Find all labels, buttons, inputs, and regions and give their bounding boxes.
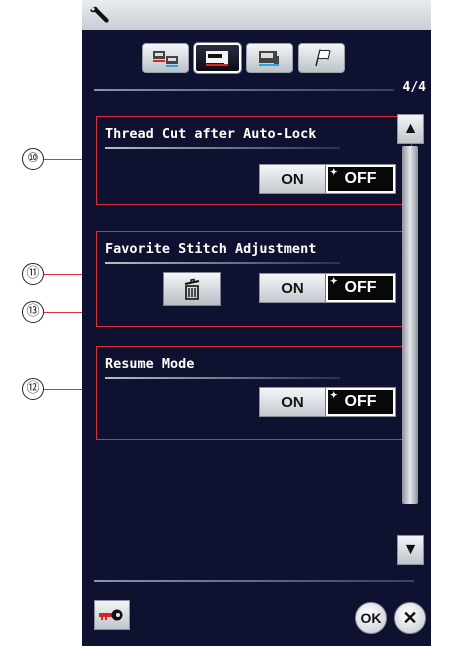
title-bar bbox=[82, 0, 431, 30]
off-label: OFF bbox=[344, 279, 377, 296]
callout-10: ⑩ bbox=[0, 148, 94, 172]
callout-number: ⑪ bbox=[22, 263, 44, 285]
footer-divider bbox=[94, 580, 414, 582]
scrollbar-track[interactable] bbox=[402, 146, 418, 504]
sewing-machine-icon bbox=[205, 51, 228, 66]
favorite-stitch-on-button[interactable]: ON bbox=[260, 274, 326, 302]
setting-label: Favorite Stitch Adjustment bbox=[105, 241, 317, 257]
selected-marker-icon: ✦ bbox=[330, 167, 338, 177]
cancel-button[interactable]: ✕ bbox=[394, 602, 426, 634]
off-label: OFF bbox=[344, 393, 377, 410]
scroll-up-icon: ▲ bbox=[402, 120, 419, 137]
wrench-icon bbox=[90, 6, 109, 23]
scroll-up-button[interactable]: ▲ bbox=[397, 114, 424, 144]
setting-label: Resume Mode bbox=[105, 356, 195, 372]
label-underline bbox=[105, 147, 340, 149]
embroidery-machine-icon bbox=[258, 51, 279, 66]
resume-mode-on-button[interactable]: ON bbox=[260, 388, 326, 416]
key-icon bbox=[99, 609, 123, 621]
resume-mode-section: Resume Mode ON ✦ OFF bbox=[96, 346, 412, 440]
callout-11: ⑪ bbox=[0, 263, 94, 287]
close-icon: ✕ bbox=[402, 607, 418, 628]
key-button[interactable] bbox=[94, 600, 130, 630]
favorite-stitch-off-button[interactable]: ✦ OFF bbox=[326, 274, 395, 302]
tab-ordinary-sewing-settings[interactable] bbox=[194, 43, 241, 73]
callout-number: ⑩ bbox=[22, 148, 44, 170]
ok-button[interactable]: OK bbox=[355, 602, 387, 634]
callout-number: ⑬ bbox=[22, 301, 44, 323]
delete-favorite-button[interactable] bbox=[163, 272, 221, 306]
trash-icon bbox=[184, 278, 200, 300]
callout-number: ⑫ bbox=[22, 378, 44, 400]
resume-mode-off-button[interactable]: ✦ OFF bbox=[326, 388, 395, 416]
scroll-down-button[interactable]: ▼ bbox=[397, 535, 424, 565]
selected-marker-icon: ✦ bbox=[330, 390, 338, 400]
tab-language-settings[interactable] bbox=[298, 43, 345, 73]
page-indicator: 4/4 bbox=[402, 80, 426, 95]
page-divider bbox=[94, 89, 394, 91]
flag-icon bbox=[314, 49, 331, 67]
tab-common-settings[interactable] bbox=[142, 43, 189, 73]
settings-screen: 4/4 Thread Cut after Auto-Lock ON ✦ OFF … bbox=[82, 0, 431, 646]
callout-12: ⑫ bbox=[0, 378, 94, 402]
label-underline bbox=[105, 377, 340, 379]
label-underline bbox=[105, 262, 340, 264]
thread-cut-section: Thread Cut after Auto-Lock ON ✦ OFF bbox=[96, 116, 412, 205]
thread-cut-toggle: ON ✦ OFF bbox=[259, 164, 396, 194]
ok-label: OK bbox=[360, 610, 382, 626]
tab-embroidery-settings[interactable] bbox=[246, 43, 293, 73]
settings-tabs bbox=[142, 43, 345, 73]
resume-mode-toggle: ON ✦ OFF bbox=[259, 387, 396, 417]
setting-label: Thread Cut after Auto-Lock bbox=[105, 126, 317, 142]
thread-cut-off-button[interactable]: ✦ OFF bbox=[326, 165, 395, 193]
favorite-stitch-toggle: ON ✦ OFF bbox=[259, 273, 396, 303]
machine-pair-icon bbox=[152, 51, 178, 67]
off-label: OFF bbox=[344, 170, 377, 187]
favorite-stitch-section: Favorite Stitch Adjustment ON ✦ OFF bbox=[96, 231, 412, 327]
scroll-down-icon: ▼ bbox=[402, 541, 419, 558]
selected-marker-icon: ✦ bbox=[330, 276, 338, 286]
thread-cut-on-button[interactable]: ON bbox=[260, 165, 326, 193]
